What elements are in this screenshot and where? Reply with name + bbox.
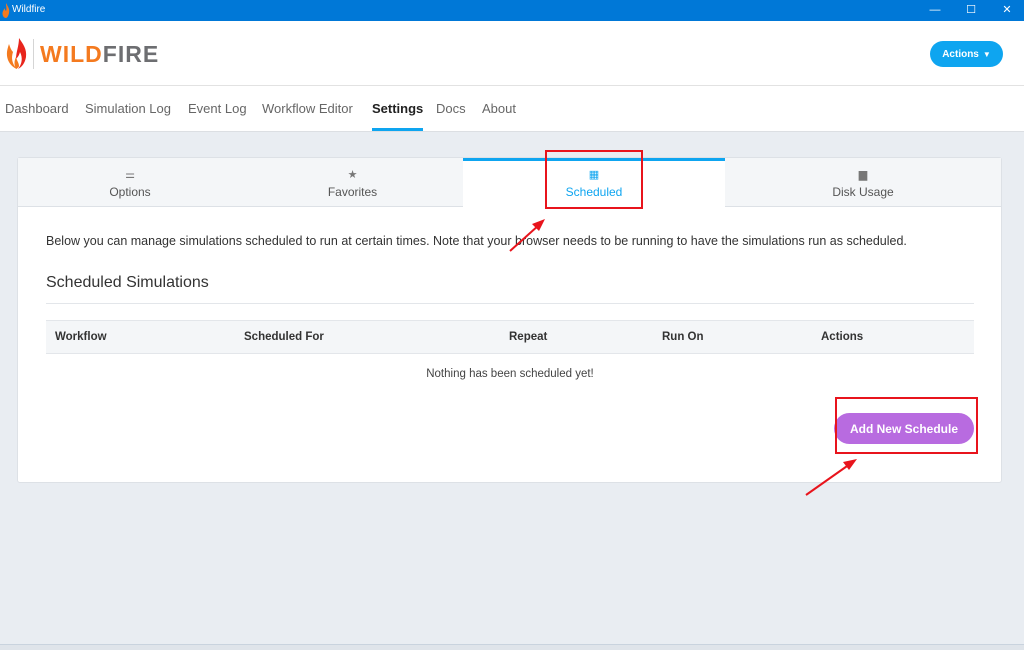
nav-settings[interactable]: Settings [372, 86, 424, 131]
logo-text-wild: WILD [40, 41, 103, 67]
logo-text-fire: FIRE [102, 41, 160, 67]
flame-icon [6, 38, 27, 69]
actions-button-label: Actions [942, 49, 979, 60]
star-icon: ★ [347, 169, 358, 181]
tab-favorites[interactable]: ★ Favorites [242, 158, 463, 207]
tab-favorites-label: Favorites [327, 185, 378, 199]
minimize-button[interactable]: — [917, 0, 953, 21]
hard-drive-icon: ▆ [858, 169, 868, 181]
nav-event-log[interactable]: Event Log [188, 86, 247, 131]
schedule-table-header: Workflow Scheduled For Repeat Run On Act… [46, 320, 974, 354]
annotation-box-scheduled-tab [545, 150, 643, 209]
window-bottom-border [0, 644, 1024, 650]
main-nav: Dashboard Simulation Log Event Log Workf… [0, 86, 1024, 132]
maximize-button[interactable]: ☐ [953, 0, 989, 21]
nav-docs[interactable]: Docs [436, 86, 466, 131]
app-header: WILDFIRE Actions ▼ [0, 21, 1024, 86]
tab-options-label: Options [109, 185, 151, 199]
column-workflow: Workflow [55, 331, 107, 343]
column-repeat: Repeat [509, 331, 548, 343]
column-scheduled-for: Scheduled For [244, 331, 324, 343]
nav-about[interactable]: About [482, 86, 516, 131]
nav-workflow-editor[interactable]: Workflow Editor [262, 86, 353, 131]
sliders-icon: ⚌ [125, 169, 135, 181]
settings-tabs: ⚌ Options ★ Favorites ▦ Scheduled ▆ Disk… [18, 158, 1001, 208]
column-actions: Actions [821, 331, 864, 343]
empty-table-message: Nothing has been scheduled yet! [426, 368, 594, 380]
window-title: Wildfire [12, 4, 46, 15]
actions-dropdown-button[interactable]: Actions ▼ [930, 41, 1003, 67]
tab-disk-usage[interactable]: ▆ Disk Usage [725, 158, 1001, 207]
nav-simulation-log[interactable]: Simulation Log [85, 86, 171, 131]
window-title-bar: Wildfire — ☐ ✕ [0, 0, 1024, 21]
column-run-on: Run On [662, 331, 704, 343]
caret-down-icon: ▼ [982, 50, 991, 59]
tab-disk-usage-label: Disk Usage [832, 185, 894, 199]
nav-dashboard[interactable]: Dashboard [5, 86, 69, 131]
tab-options[interactable]: ⚌ Options [18, 158, 242, 207]
scheduled-description: Below you can manage simulations schedul… [46, 234, 907, 248]
logo-divider [33, 39, 34, 69]
section-title: Scheduled Simulations [46, 274, 209, 291]
annotation-box-add-button [835, 397, 978, 454]
section-divider [46, 303, 974, 304]
logo-wordmark[interactable]: WILDFIRE [40, 40, 159, 68]
close-button[interactable]: ✕ [989, 0, 1024, 21]
app-flame-icon [2, 3, 10, 18]
